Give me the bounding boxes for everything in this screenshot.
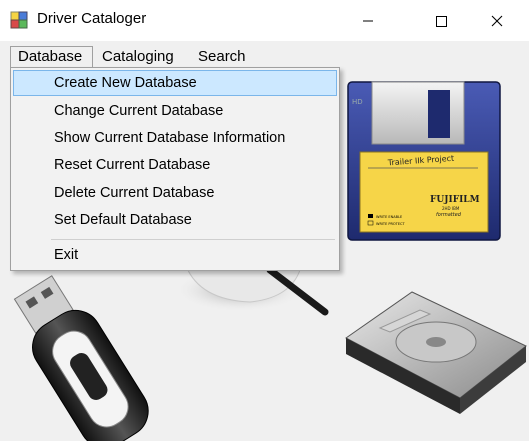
minimize-button[interactable] [345, 0, 391, 41]
close-icon [491, 15, 503, 26]
floppy-disk-icon: Trailer IIk Project FUJIFILM 2HD IBM for… [347, 81, 501, 241]
usb-drive-icon [13, 275, 149, 441]
menu-separator [51, 239, 335, 240]
svg-text:WRITE ENABLE: WRITE ENABLE [376, 215, 402, 219]
menu-item-delete-current-database[interactable]: Delete Current Database [13, 180, 337, 206]
svg-text:FUJIFILM: FUJIFILM [430, 195, 480, 205]
menu-item-change-current-database[interactable]: Change Current Database [13, 98, 337, 124]
app-icon [10, 11, 28, 29]
window-title: Driver Cataloger [37, 10, 147, 27]
menu-bar: Database Cataloging Search [0, 42, 529, 68]
title-bar: Driver Cataloger [0, 0, 529, 42]
maximize-button[interactable] [418, 0, 464, 41]
hard-disk-icon [345, 291, 527, 414]
svg-text:2HD IBM: 2HD IBM [442, 206, 460, 211]
menu-database[interactable]: Database [10, 46, 93, 68]
menu-item-show-database-info[interactable]: Show Current Database Information [13, 125, 337, 151]
menu-item-reset-current-database[interactable]: Reset Current Database [13, 152, 337, 178]
menu-item-set-default-database[interactable]: Set Default Database [13, 207, 337, 233]
menu-item-exit[interactable]: Exit [13, 242, 337, 268]
maximize-icon [436, 15, 447, 27]
svg-text:HD: HD [352, 98, 363, 106]
app-window: Trailer IIk Project FUJIFILM 2HD IBM for… [0, 0, 529, 441]
menu-cataloging[interactable]: Cataloging [95, 46, 181, 68]
minimize-icon [363, 20, 373, 21]
menu-search[interactable]: Search [191, 46, 253, 68]
close-button[interactable] [474, 0, 520, 41]
menu-item-create-new-database[interactable]: Create New Database [13, 70, 337, 96]
database-dropdown-menu: Create New Database Change Current Datab… [10, 67, 340, 271]
svg-text:formatted: formatted [436, 212, 462, 218]
svg-text:WRITE PROTECT: WRITE PROTECT [376, 222, 405, 226]
